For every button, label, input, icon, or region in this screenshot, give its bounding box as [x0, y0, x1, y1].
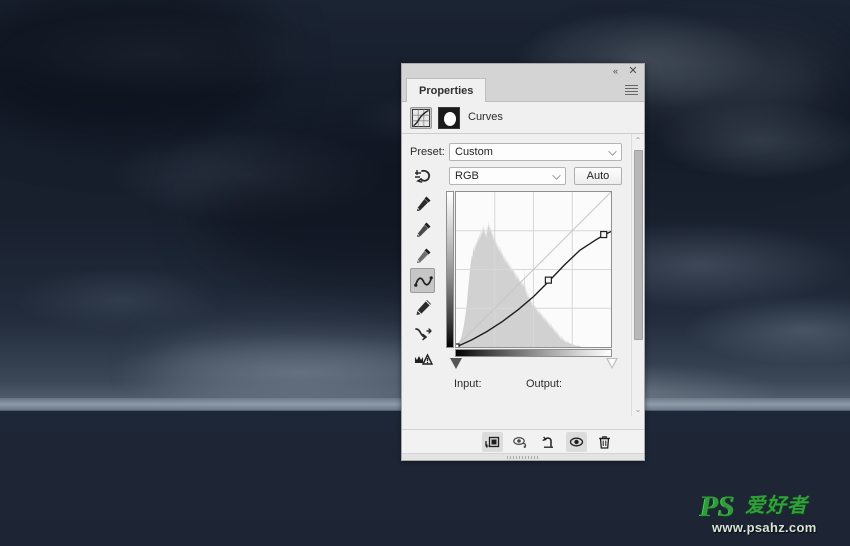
preset-row: Preset: Custom [410, 143, 622, 161]
adjustment-title: Curves [468, 111, 503, 123]
cloud-highlight-1 [620, 40, 830, 120]
input-gradient-strip [455, 349, 612, 357]
preset-value: Custom [455, 146, 493, 158]
clipping-warning-toggle[interactable] [410, 346, 435, 371]
channel-value: RGB [455, 170, 479, 182]
scrollbar-thumb[interactable] [634, 150, 643, 340]
tab-properties[interactable]: Properties [406, 78, 487, 102]
curves-tool-strip [410, 164, 436, 372]
toggle-layer-visibility-previous-state[interactable] [510, 432, 531, 452]
gray-point-eyedropper[interactable] [410, 216, 435, 241]
pencil-draw-tool[interactable] [410, 294, 435, 319]
collapse-panel-icon[interactable]: « [608, 65, 622, 77]
panel-footer [402, 429, 644, 453]
properties-panel: « ✕ Properties Curves Preset: Custom RGB… [401, 63, 645, 461]
panel-scrollbar[interactable]: ⌃ ⌄ [631, 134, 644, 416]
input-label: Input: [454, 378, 482, 390]
black-point-eyedropper[interactable] [410, 190, 435, 215]
panel-resize-grip[interactable] [402, 453, 644, 460]
watermark-url: www.psahz.com [712, 520, 817, 535]
preset-select[interactable]: Custom [449, 143, 622, 161]
curve-svg[interactable] [456, 192, 611, 347]
output-gradient-strip [446, 191, 454, 348]
chevron-down-icon [552, 171, 561, 180]
toggle-layer-visibility-button[interactable] [566, 432, 587, 452]
scroll-down-arrow-icon[interactable]: ⌄ [632, 403, 644, 416]
reset-adjustment-button[interactable] [538, 432, 559, 452]
curves-adjustment-icon[interactable] [410, 107, 432, 129]
scroll-up-arrow-icon[interactable]: ⌃ [632, 134, 644, 147]
adjustment-header: Curves [402, 102, 644, 134]
auto-button[interactable]: Auto [574, 167, 622, 185]
site-watermark: PS 爱好者 www.psahz.com [700, 492, 842, 540]
layer-mask-thumbnail[interactable] [438, 107, 460, 129]
hamburger-menu-icon[interactable] [625, 85, 638, 96]
on-image-adjustment-tool[interactable] [410, 164, 435, 189]
black-point-slider[interactable] [450, 358, 462, 369]
white-point-slider[interactable] [606, 358, 618, 369]
watermark-brand: PS [700, 490, 736, 523]
panel-titlebar[interactable]: « ✕ [402, 64, 644, 78]
white-point-eyedropper[interactable] [410, 242, 435, 267]
chevron-down-icon [608, 147, 617, 156]
watermark-brand-cn: 爱好者 [745, 493, 808, 517]
curve-plot-area[interactable] [455, 191, 612, 348]
close-panel-icon[interactable]: ✕ [626, 65, 640, 77]
smooth-curve-tool[interactable] [410, 320, 435, 345]
delete-adjustment-layer-button[interactable] [594, 432, 615, 452]
channel-select[interactable]: RGB [449, 167, 566, 185]
curves-graph[interactable] [446, 191, 618, 369]
curve-point-tool[interactable] [410, 268, 435, 293]
panel-tab-bar: Properties [402, 78, 644, 102]
clip-to-layer-button[interactable] [482, 432, 503, 452]
preset-label: Preset: [410, 146, 445, 158]
channel-row: RGB Auto [410, 166, 622, 186]
panel-body: Preset: Custom RGB Auto Input: Output: ⌃… [402, 134, 644, 416]
output-label: Output: [526, 378, 563, 390]
